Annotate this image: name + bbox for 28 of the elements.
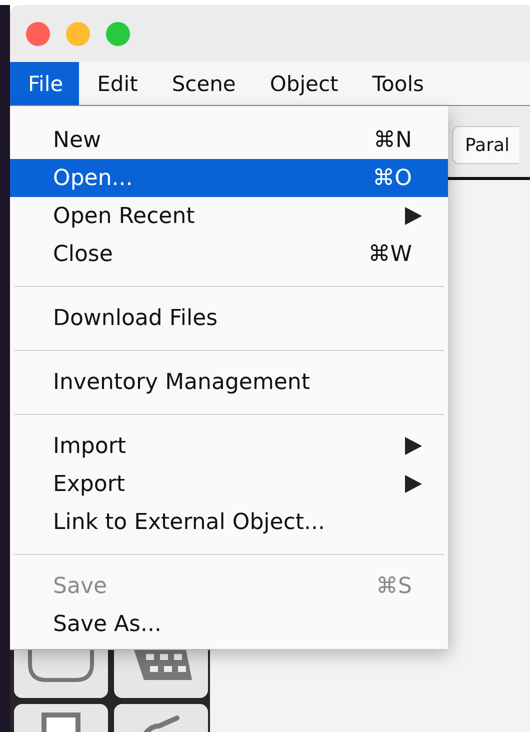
menu-item[interactable]: Save As... — [10, 605, 448, 643]
toolbar-button[interactable]: Paral — [452, 126, 519, 164]
tool-tile[interactable] — [114, 650, 208, 698]
menu-item[interactable]: Open... ⌘O — [10, 159, 448, 197]
rounded-shape-icon — [26, 650, 96, 684]
menu-item[interactable]: Link to External Object... — [10, 503, 448, 541]
tool-tile[interactable] — [114, 704, 208, 732]
pen-icon — [141, 714, 181, 732]
menu-item[interactable]: Close ⌘W — [10, 235, 448, 273]
menu-title[interactable]: Scene — [154, 62, 252, 105]
shortcut-label: ⌘S — [376, 574, 412, 598]
shortcut-label: ⌘O — [372, 166, 412, 190]
menu-item[interactable]: Inventory Management — [10, 363, 448, 401]
shortcut-label: ⌘N — [374, 128, 412, 152]
tool-tile[interactable] — [14, 704, 108, 732]
menu-item[interactable]: Import — [10, 427, 448, 465]
menu-title[interactable]: Object — [252, 62, 354, 105]
menu-title[interactable]: Edit — [79, 62, 154, 105]
menu-title[interactable]: File — [10, 62, 80, 105]
shortcut-label: ⌘W — [368, 242, 412, 266]
tool-tile[interactable] — [14, 650, 108, 698]
menu-item[interactable]: New ⌘N — [10, 121, 448, 159]
menu-title[interactable]: Tools — [354, 62, 440, 105]
menu-item[interactable]: Download Files — [10, 299, 448, 337]
menu-item[interactable]: Export — [10, 465, 448, 503]
close-button[interactable] — [26, 22, 50, 46]
menu-item[interactable]: Open Recent — [10, 197, 448, 235]
zoom-button[interactable] — [106, 22, 130, 46]
